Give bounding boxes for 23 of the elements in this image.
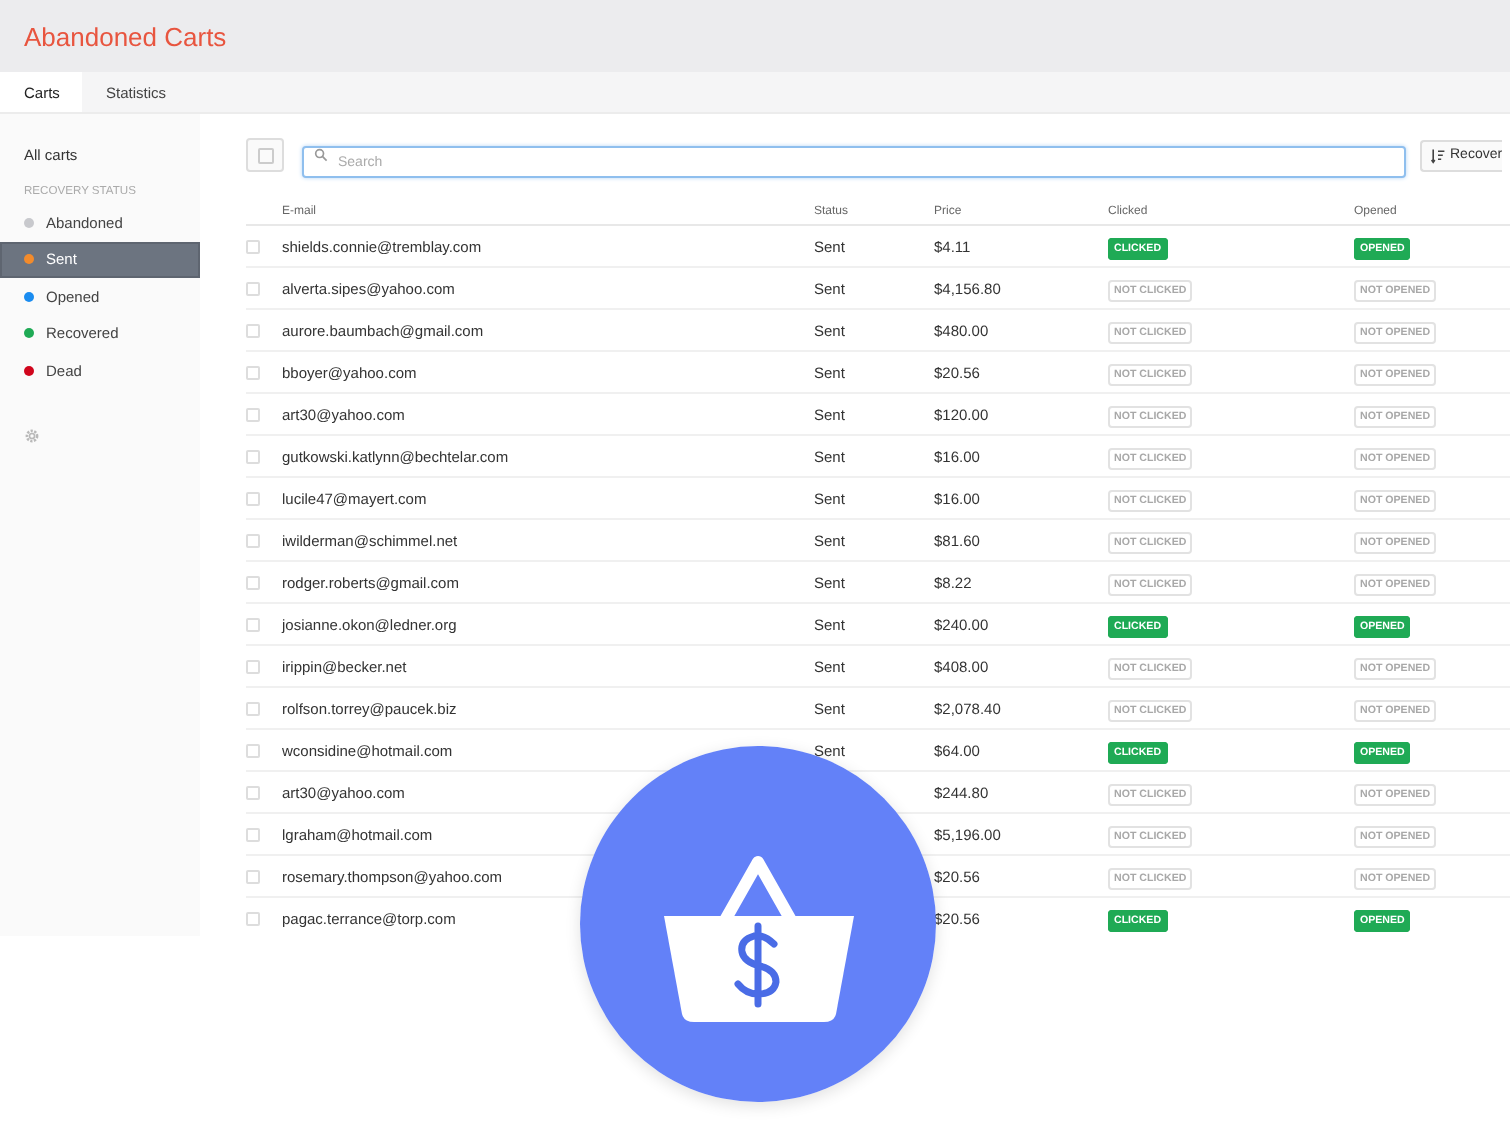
row-checkbox[interactable]	[246, 911, 260, 925]
sort-icon	[1430, 147, 1446, 163]
app-title: Abandoned Carts	[24, 21, 227, 51]
row-checkbox[interactable]	[246, 365, 260, 379]
row-checkbox[interactable]	[246, 239, 260, 253]
row-checkbox[interactable]	[246, 575, 260, 589]
row-checkbox[interactable]	[246, 533, 260, 547]
select-all-checkbox[interactable]	[246, 138, 284, 172]
row-checkbox[interactable]	[246, 659, 260, 673]
row-checkbox[interactable]	[246, 617, 260, 631]
row-checkbox[interactable]	[246, 281, 260, 295]
row-checkbox[interactable]	[246, 491, 260, 505]
row-checkbox[interactable]	[246, 407, 260, 421]
row-checkbox[interactable]	[246, 743, 260, 757]
row-checkbox[interactable]	[246, 785, 260, 799]
row-checkbox[interactable]	[246, 869, 260, 883]
row-checkbox[interactable]	[246, 449, 260, 463]
row-checkbox[interactable]	[246, 827, 260, 841]
search-icon	[314, 148, 328, 162]
settings-icon[interactable]	[24, 427, 40, 443]
basket-logo-icon	[580, 746, 936, 1102]
row-checkbox[interactable]	[246, 323, 260, 337]
row-checkbox[interactable]	[246, 701, 260, 715]
